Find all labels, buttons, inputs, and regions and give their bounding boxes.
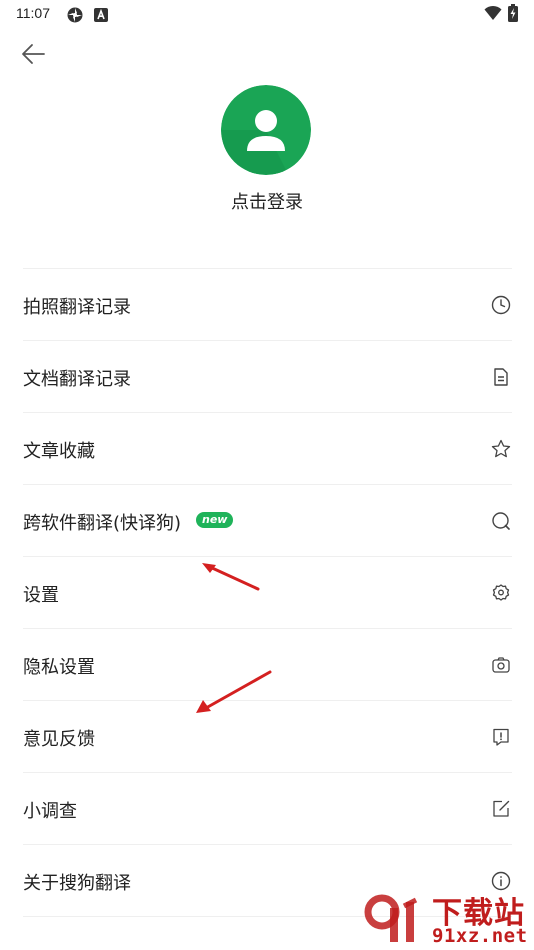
avatar[interactable] xyxy=(221,85,311,175)
menu-item-favorites[interactable]: 文章收藏 xyxy=(23,413,512,485)
login-label[interactable]: 点击登录 xyxy=(0,188,534,214)
arrow-left-icon xyxy=(18,44,50,72)
menu-item-survey[interactable]: 小调查 xyxy=(23,773,512,845)
gear-icon xyxy=(490,582,512,604)
menu-item-settings[interactable]: 设置 xyxy=(23,557,512,629)
new-badge: new xyxy=(196,512,234,528)
battery-charging-icon xyxy=(508,4,518,26)
menu-list: 拍照翻译记录 文档翻译记录 文章收藏 跨软件翻译(快译狗) new 设置 隐私设… xyxy=(23,268,512,917)
clock-icon xyxy=(490,294,512,316)
menu-item-document-history[interactable]: 文档翻译记录 xyxy=(23,341,512,413)
menu-item-label: 隐私设置 xyxy=(23,657,95,678)
wifi-icon xyxy=(484,5,502,25)
annotation-arrow-privacy xyxy=(196,670,272,713)
pinwheel-icon xyxy=(66,6,84,28)
search-icon xyxy=(490,510,512,532)
watermark-url: 91xz.net xyxy=(432,925,528,947)
status-time: 11:07 xyxy=(16,5,50,21)
a-notification-icon xyxy=(94,7,108,26)
menu-item-label: 拍照翻译记录 xyxy=(23,297,131,318)
annotation-arrow-settings xyxy=(202,563,260,591)
user-icon xyxy=(221,85,311,175)
status-bar: 11:07 xyxy=(0,0,534,28)
menu-item-label: 跨软件翻译(快译狗) xyxy=(23,513,182,534)
menu-item-label: 文档翻译记录 xyxy=(23,369,131,390)
menu-item-label: 设置 xyxy=(23,585,59,606)
back-button[interactable] xyxy=(18,40,50,68)
feedback-icon xyxy=(490,726,512,748)
menu-item-photo-history[interactable]: 拍照翻译记录 xyxy=(23,269,512,341)
menu-item-label: 小调查 xyxy=(23,801,77,822)
edit-icon xyxy=(490,798,512,820)
menu-item-label: 关于搜狗翻译 xyxy=(23,873,131,894)
document-icon xyxy=(490,366,512,388)
menu-item-cross-app-translate[interactable]: 跨软件翻译(快译狗) new xyxy=(23,485,512,557)
camera-lock-icon xyxy=(490,654,512,676)
watermark-logo-icon xyxy=(364,894,430,950)
menu-item-label: 意见反馈 xyxy=(23,729,95,750)
star-icon xyxy=(490,438,512,460)
menu-item-label: 文章收藏 xyxy=(23,441,95,462)
